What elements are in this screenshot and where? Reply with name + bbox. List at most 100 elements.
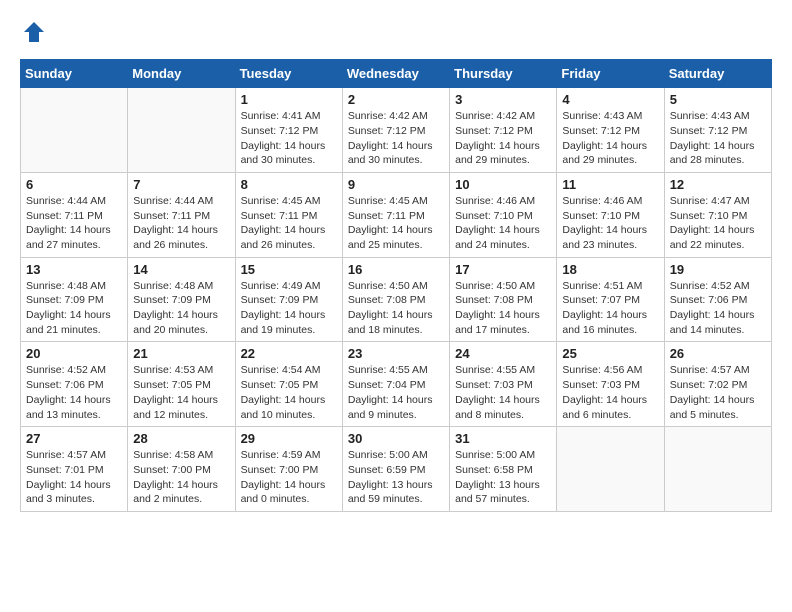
- calendar-day-cell: 2Sunrise: 4:42 AMSunset: 7:12 PMDaylight…: [342, 88, 449, 173]
- day-info: Sunrise: 4:43 AMSunset: 7:12 PMDaylight:…: [562, 109, 658, 168]
- day-info: Sunrise: 4:47 AMSunset: 7:10 PMDaylight:…: [670, 194, 766, 253]
- day-info: Sunrise: 4:54 AMSunset: 7:05 PMDaylight:…: [241, 363, 337, 422]
- day-number: 26: [670, 346, 766, 361]
- day-info: Sunrise: 4:55 AMSunset: 7:04 PMDaylight:…: [348, 363, 444, 422]
- day-number: 6: [26, 177, 122, 192]
- calendar-day-cell: 11 Sunrise: 4:46 AMSunset: 7:10 PMDayligh…: [557, 172, 664, 257]
- calendar-day-cell: 12Sunrise: 4:47 AMSunset: 7:10 PMDayligh…: [664, 172, 771, 257]
- day-info: Sunrise: 4:51 AMSunset: 7:07 PMDaylight:…: [562, 279, 658, 338]
- day-info: Sunrise: 4:46 AMSunset: 7:10 PMDaylight:…: [562, 194, 658, 253]
- calendar-day-cell: 28Sunrise: 4:58 AMSunset: 7:00 PMDayligh…: [128, 427, 235, 512]
- day-number: 13: [26, 262, 122, 277]
- calendar-week-row: 13 Sunrise: 4:48 AMSunset: 7:09 PMDayligh…: [21, 257, 772, 342]
- day-info: Sunrise: 4:44 AMSunset: 7:11 PMDaylight:…: [26, 194, 122, 253]
- day-number: 31: [455, 431, 551, 446]
- day-info: Sunrise: 4:45 AMSunset: 7:11 PMDaylight:…: [348, 194, 444, 253]
- calendar-day-cell: 31 Sunrise: 5:00 AMSunset: 6:58 PMDayligh…: [450, 427, 557, 512]
- calendar-day-cell: [21, 88, 128, 173]
- day-info: Sunrise: 4:41 AMSunset: 7:12 PMDaylight:…: [241, 109, 337, 168]
- day-number: 30: [348, 431, 444, 446]
- day-info: Sunrise: 4:59 AMSunset: 7:00 PMDaylight:…: [241, 448, 337, 507]
- calendar-day-cell: 24 Sunrise: 4:55 AMSunset: 7:03 PMDayligh…: [450, 342, 557, 427]
- calendar-day-cell: 21 Sunrise: 4:53 AMSunset: 7:05 PMDayligh…: [128, 342, 235, 427]
- calendar-day-cell: 8Sunrise: 4:45 AMSunset: 7:11 PMDaylight…: [235, 172, 342, 257]
- day-number: 19: [670, 262, 766, 277]
- day-info: Sunrise: 4:55 AMSunset: 7:03 PMDaylight:…: [455, 363, 551, 422]
- calendar-day-cell: 16 Sunrise: 4:50 AMSunset: 7:08 PMDayligh…: [342, 257, 449, 342]
- calendar-week-row: 20 Sunrise: 4:52 AMSunset: 7:06 PMDayligh…: [21, 342, 772, 427]
- logo: [20, 20, 46, 49]
- day-info: Sunrise: 4:44 AMSunset: 7:11 PMDaylight:…: [133, 194, 229, 253]
- calendar-day-cell: 1 Sunrise: 4:41 AMSunset: 7:12 PMDaylight…: [235, 88, 342, 173]
- day-number: 2: [348, 92, 444, 107]
- calendar-header-row: SundayMondayTuesdayWednesdayThursdayFrid…: [21, 60, 772, 88]
- calendar-week-row: 1 Sunrise: 4:41 AMSunset: 7:12 PMDaylight…: [21, 88, 772, 173]
- weekday-header: Tuesday: [235, 60, 342, 88]
- day-number: 14: [133, 262, 229, 277]
- day-info: Sunrise: 4:43 AMSunset: 7:12 PMDaylight:…: [670, 109, 766, 168]
- calendar-week-row: 6 Sunrise: 4:44 AMSunset: 7:11 PMDaylight…: [21, 172, 772, 257]
- day-info: Sunrise: 4:48 AMSunset: 7:09 PMDaylight:…: [26, 279, 122, 338]
- day-number: 27: [26, 431, 122, 446]
- day-number: 21: [133, 346, 229, 361]
- calendar-day-cell: 29 Sunrise: 4:59 AMSunset: 7:00 PMDayligh…: [235, 427, 342, 512]
- calendar-day-cell: [664, 427, 771, 512]
- day-number: 5: [670, 92, 766, 107]
- calendar-table: SundayMondayTuesdayWednesdayThursdayFrid…: [20, 59, 772, 512]
- weekday-header: Wednesday: [342, 60, 449, 88]
- weekday-header: Thursday: [450, 60, 557, 88]
- weekday-header: Monday: [128, 60, 235, 88]
- weekday-header: Sunday: [21, 60, 128, 88]
- day-number: 18: [562, 262, 658, 277]
- day-number: 15: [241, 262, 337, 277]
- calendar-day-cell: 20 Sunrise: 4:52 AMSunset: 7:06 PMDayligh…: [21, 342, 128, 427]
- calendar-day-cell: 14 Sunrise: 4:48 AMSunset: 7:09 PMDayligh…: [128, 257, 235, 342]
- day-number: 10: [455, 177, 551, 192]
- day-number: 20: [26, 346, 122, 361]
- calendar-day-cell: 17Sunrise: 4:50 AMSunset: 7:08 PMDayligh…: [450, 257, 557, 342]
- page-header: [20, 20, 772, 49]
- day-info: Sunrise: 5:00 AMSunset: 6:58 PMDaylight:…: [455, 448, 551, 507]
- day-number: 3: [455, 92, 551, 107]
- day-number: 22: [241, 346, 337, 361]
- calendar-day-cell: 25 Sunrise: 4:56 AMSunset: 7:03 PMDayligh…: [557, 342, 664, 427]
- day-info: Sunrise: 4:46 AMSunset: 7:10 PMDaylight:…: [455, 194, 551, 253]
- day-info: Sunrise: 4:48 AMSunset: 7:09 PMDaylight:…: [133, 279, 229, 338]
- day-info: Sunrise: 4:52 AMSunset: 7:06 PMDaylight:…: [670, 279, 766, 338]
- calendar-day-cell: 10 Sunrise: 4:46 AMSunset: 7:10 PMDayligh…: [450, 172, 557, 257]
- calendar-week-row: 27Sunrise: 4:57 AMSunset: 7:01 PMDayligh…: [21, 427, 772, 512]
- day-number: 8: [241, 177, 337, 192]
- calendar-day-cell: 9Sunrise: 4:45 AMSunset: 7:11 PMDaylight…: [342, 172, 449, 257]
- day-number: 23: [348, 346, 444, 361]
- calendar-day-cell: 18 Sunrise: 4:51 AMSunset: 7:07 PMDayligh…: [557, 257, 664, 342]
- calendar-day-cell: 6 Sunrise: 4:44 AMSunset: 7:11 PMDaylight…: [21, 172, 128, 257]
- day-info: Sunrise: 5:00 AMSunset: 6:59 PMDaylight:…: [348, 448, 444, 507]
- logo-icon: [22, 20, 46, 44]
- day-info: Sunrise: 4:53 AMSunset: 7:05 PMDaylight:…: [133, 363, 229, 422]
- calendar-day-cell: 19 Sunrise: 4:52 AMSunset: 7:06 PMDayligh…: [664, 257, 771, 342]
- calendar-day-cell: 3Sunrise: 4:42 AMSunset: 7:12 PMDaylight…: [450, 88, 557, 173]
- day-info: Sunrise: 4:57 AMSunset: 7:02 PMDaylight:…: [670, 363, 766, 422]
- day-number: 1: [241, 92, 337, 107]
- day-info: Sunrise: 4:50 AMSunset: 7:08 PMDaylight:…: [455, 279, 551, 338]
- day-number: 24: [455, 346, 551, 361]
- calendar-day-cell: 13 Sunrise: 4:48 AMSunset: 7:09 PMDayligh…: [21, 257, 128, 342]
- calendar-day-cell: [128, 88, 235, 173]
- day-number: 16: [348, 262, 444, 277]
- calendar-day-cell: 26 Sunrise: 4:57 AMSunset: 7:02 PMDayligh…: [664, 342, 771, 427]
- calendar-day-cell: 5 Sunrise: 4:43 AMSunset: 7:12 PMDaylight…: [664, 88, 771, 173]
- calendar-day-cell: [557, 427, 664, 512]
- calendar-day-cell: 4Sunrise: 4:43 AMSunset: 7:12 PMDaylight…: [557, 88, 664, 173]
- day-number: 25: [562, 346, 658, 361]
- weekday-header: Saturday: [664, 60, 771, 88]
- calendar-day-cell: 7Sunrise: 4:44 AMSunset: 7:11 PMDaylight…: [128, 172, 235, 257]
- calendar-day-cell: 30 Sunrise: 5:00 AMSunset: 6:59 PMDayligh…: [342, 427, 449, 512]
- calendar-day-cell: 15Sunrise: 4:49 AMSunset: 7:09 PMDayligh…: [235, 257, 342, 342]
- day-info: Sunrise: 4:56 AMSunset: 7:03 PMDaylight:…: [562, 363, 658, 422]
- day-info: Sunrise: 4:58 AMSunset: 7:00 PMDaylight:…: [133, 448, 229, 507]
- day-info: Sunrise: 4:50 AMSunset: 7:08 PMDaylight:…: [348, 279, 444, 338]
- day-info: Sunrise: 4:52 AMSunset: 7:06 PMDaylight:…: [26, 363, 122, 422]
- day-number: 11: [562, 177, 658, 192]
- day-number: 29: [241, 431, 337, 446]
- weekday-header: Friday: [557, 60, 664, 88]
